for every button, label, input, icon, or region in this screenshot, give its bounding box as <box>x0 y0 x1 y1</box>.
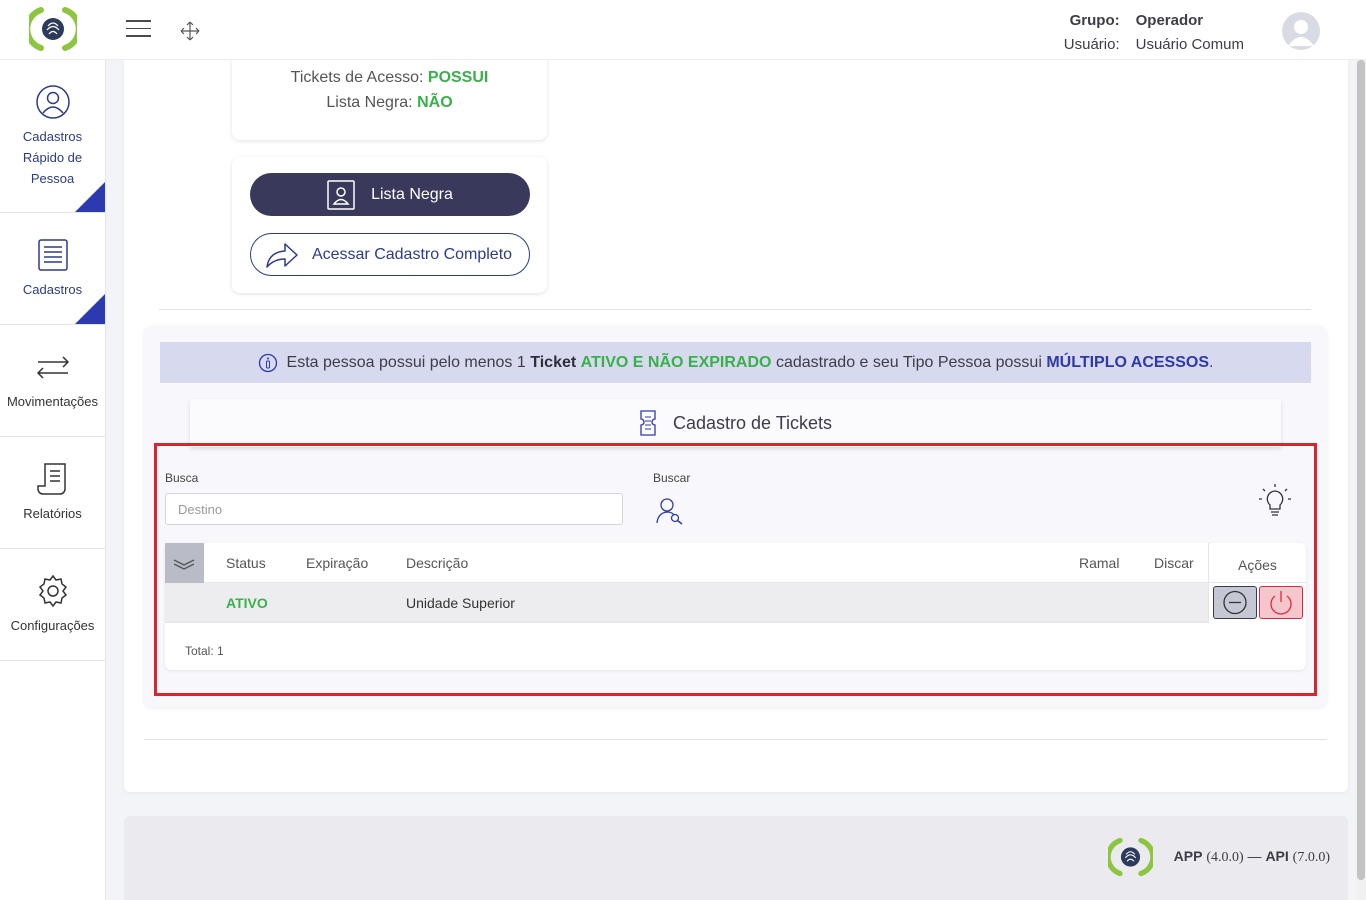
sidebar-item-label: Relatórios <box>23 506 82 521</box>
active-corner-marker <box>75 182 105 212</box>
scrollbar-thumb[interactable] <box>1357 60 1365 880</box>
tickets-value: POSSUI <box>427 69 489 86</box>
table-row[interactable]: ATIVO Unidade Superior <box>165 583 1208 623</box>
sidebar-item-reports[interactable]: Relatórios <box>0 437 105 549</box>
user-label: Usuário: <box>1063 36 1120 53</box>
divider <box>144 739 1327 740</box>
minus-circle-icon <box>1223 590 1247 615</box>
avatar[interactable] <box>1282 12 1320 50</box>
blacklist-line: Lista Negra: NÃO <box>232 90 547 115</box>
sidebar-item-movements[interactable]: Movimentações <box>0 325 105 437</box>
alert-status: ATIVO E NÃO EXPIRADO <box>580 353 772 371</box>
group-label: Grupo: <box>1069 12 1120 29</box>
divider <box>159 309 1311 310</box>
tickets-label: Tickets de Acesso: <box>290 69 424 86</box>
alert-text-2: cadastrado e seu Tipo Pessoa possui <box>775 353 1042 371</box>
sidebar-item-label: Cadastros <box>22 282 83 297</box>
api-version: (7.0.0) <box>1292 850 1330 865</box>
user-avatar-icon <box>1288 20 1314 46</box>
user-value: Usuário Comum <box>1135 36 1244 53</box>
alert-access: MÚLTIPLO ACESSOS <box>1046 353 1210 371</box>
expand-all-toggle[interactable] <box>165 543 204 583</box>
fingerprint-logo-icon <box>1108 837 1153 877</box>
col-actions: Ações <box>1238 557 1277 573</box>
blacklist-button[interactable]: Lista Negra <box>250 173 530 216</box>
menu-toggle-icon[interactable] <box>126 20 151 38</box>
report-scroll-icon <box>36 463 66 495</box>
blacklist-label: Lista Negra: <box>326 94 413 111</box>
alert-end: . <box>1209 353 1214 371</box>
col-extension[interactable]: Ramal <box>1079 555 1119 571</box>
power-off-button[interactable] <box>1259 586 1303 619</box>
row-description: Unidade Superior <box>406 595 515 611</box>
tab-title: Cadastro de Tickets <box>672 412 833 433</box>
tickets-table: Status Expiração Descrição Ramal Discar … <box>165 543 1306 670</box>
tab-ticket-registration[interactable]: Cadastro de Tickets <box>190 399 1281 447</box>
col-status[interactable]: Status <box>226 555 266 571</box>
version-separator: — <box>1247 848 1262 864</box>
sidebar-item-label: Configurações <box>10 618 95 633</box>
search-input[interactable] <box>165 493 623 525</box>
info-icon <box>258 353 277 372</box>
sidebar-item-records[interactable]: Cadastros <box>0 213 105 325</box>
sidebar-item-label: Movimentações <box>6 394 99 409</box>
search-button-label: Buscar <box>653 471 691 485</box>
double-chevron-down-icon <box>173 559 195 570</box>
sidebar-item-quick-person[interactable]: Cadastros Rápido de Pessoa <box>0 60 105 213</box>
version-info: APP (4.0.0) — API (7.0.0) <box>1174 848 1330 866</box>
share-arrow-icon <box>266 243 298 268</box>
full-record-button-label: Acessar Cadastro Completo <box>311 245 513 263</box>
search-person-icon[interactable] <box>655 496 685 526</box>
person-circle-icon <box>35 84 70 119</box>
gear-icon <box>38 574 67 608</box>
col-expiration[interactable]: Expiração <box>306 555 368 571</box>
fingerprint-logo-icon[interactable] <box>29 6 77 52</box>
sidebar-item-label: Cadastros Rápido de Pessoa <box>22 128 83 186</box>
app-version: (4.0.0) <box>1206 850 1244 865</box>
id-card-icon <box>327 179 355 210</box>
person-info-card: Tickets de Acesso: POSSUI Lista Negra: N… <box>232 58 547 140</box>
blacklist-button-label: Lista Negra <box>371 185 453 203</box>
active-corner-marker <box>75 294 105 324</box>
group-value: Operador <box>1135 12 1204 29</box>
col-dial[interactable]: Discar <box>1154 555 1194 571</box>
alert-ticket: Ticket <box>530 353 577 371</box>
full-record-button[interactable]: Acessar Cadastro Completo <box>250 233 530 276</box>
top-header: Grupo: Operador Usuário: Usuário Comum <box>0 0 1366 60</box>
table-total: Total: 1 <box>185 644 224 658</box>
sidebar-item-settings[interactable]: Configurações <box>0 549 105 661</box>
ticket-icon <box>640 410 656 436</box>
lightbulb-icon[interactable] <box>1258 483 1292 519</box>
blacklist-value: NÃO <box>417 94 453 111</box>
actions-card: Lista Negra Acessar Cadastro Completo <box>232 157 547 293</box>
row-status: ATIVO <box>226 595 268 611</box>
arrows-exchange-icon <box>36 356 69 379</box>
actions-column: Ações <box>1208 543 1306 623</box>
power-icon <box>1270 591 1292 615</box>
user-info: Grupo: Operador Usuário: Usuário Comum <box>1062 9 1244 57</box>
tickets-line: Tickets de Acesso: POSSUI <box>232 65 547 90</box>
list-document-icon <box>37 239 68 271</box>
col-description[interactable]: Descrição <box>406 555 468 571</box>
alert-text-1: Esta pessoa possui pelo menos 1 <box>286 353 526 371</box>
sidebar: Cadastros Rápido de Pessoa Cadastros Mov… <box>0 60 106 900</box>
disable-button[interactable] <box>1213 586 1257 619</box>
search-label: Busca <box>165 471 199 485</box>
ticket-alert: Esta pessoa possui pelo menos 1 Ticket A… <box>160 342 1311 383</box>
move-arrows-icon[interactable] <box>179 20 201 42</box>
app-label: APP <box>1173 848 1203 864</box>
footer: APP (4.0.0) — API (7.0.0) <box>124 816 1348 900</box>
table-header: Status Expiração Descrição Ramal Discar <box>165 543 1306 583</box>
api-label: API <box>1265 848 1289 864</box>
